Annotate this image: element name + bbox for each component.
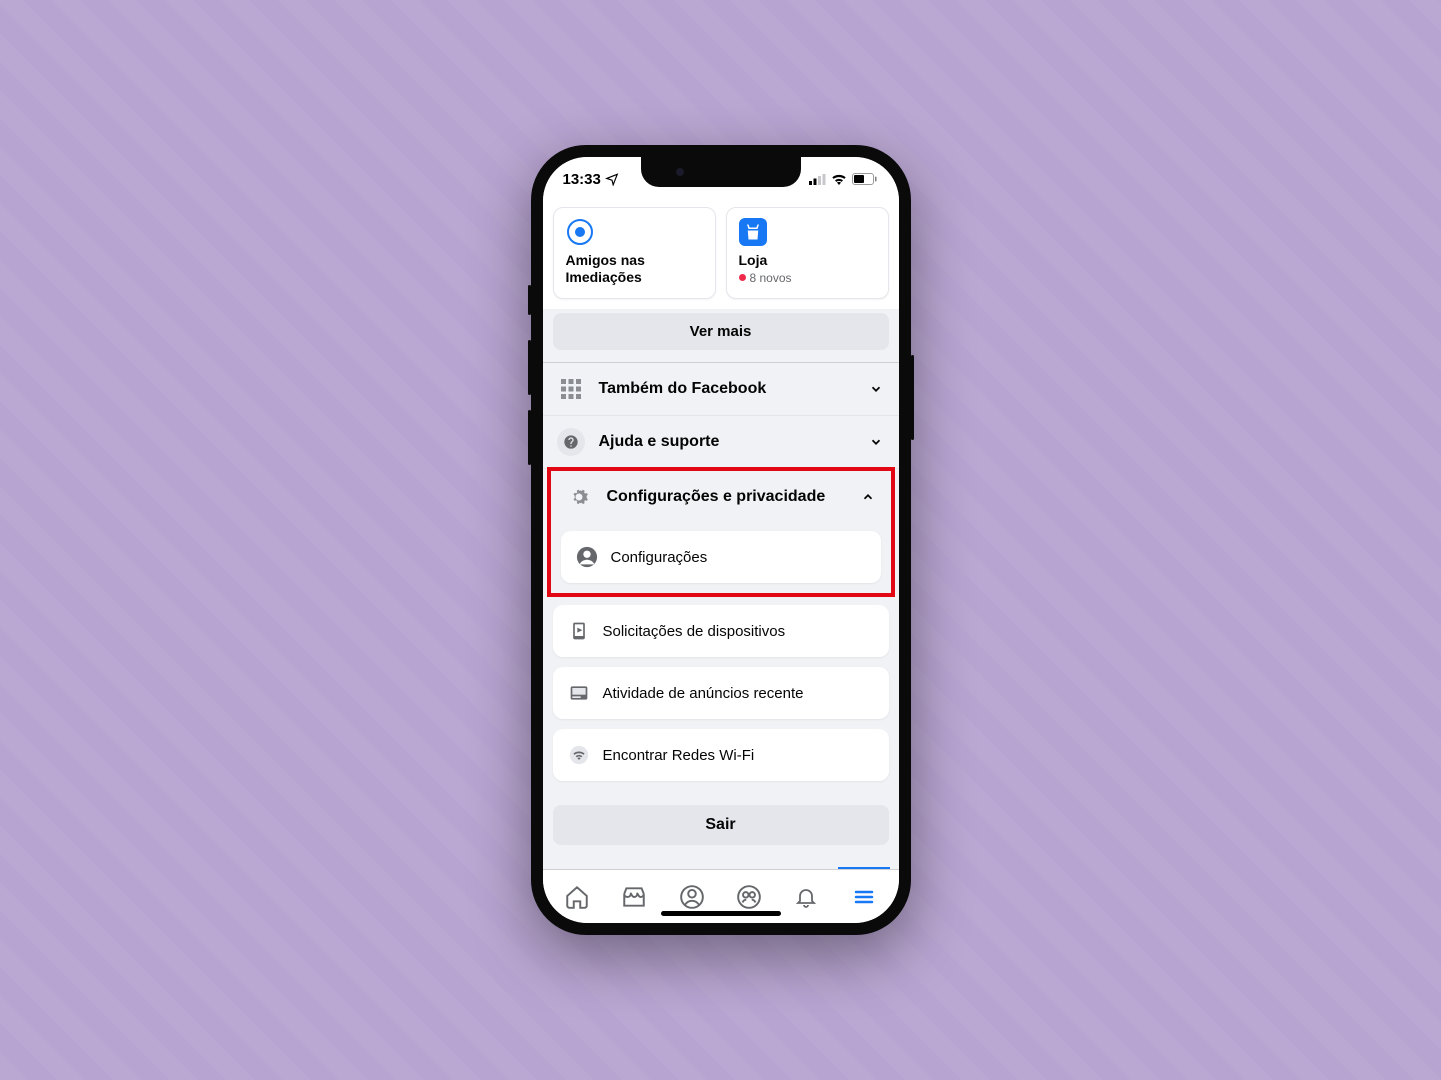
notification-dot-icon	[739, 274, 746, 281]
shortcut-label: Loja	[739, 252, 876, 269]
phone-screen: 13:33	[543, 157, 899, 923]
menu-item-settings[interactable]: Configurações	[561, 531, 881, 583]
shortcut-row: Amigos nas Imediações Loja 8 novos	[543, 201, 899, 309]
menu-item-label: Configurações	[611, 549, 708, 566]
person-icon	[575, 545, 599, 569]
ad-icon	[567, 681, 591, 705]
nav-menu[interactable]	[844, 877, 884, 917]
status-time: 13:33	[563, 171, 601, 188]
accordion-also-from-facebook[interactable]: Também do Facebook	[543, 363, 899, 416]
phone-notch	[641, 157, 801, 187]
see-more-button[interactable]: Ver mais	[553, 313, 889, 350]
accordion-label: Ajuda e suporte	[599, 433, 853, 451]
shortcut-badge: 8 novos	[739, 271, 876, 285]
battery-icon	[852, 173, 877, 185]
highlight-annotation: Configurações e privacidade Configuraçõe…	[547, 467, 895, 597]
location-icon	[605, 172, 619, 186]
side-button	[528, 340, 531, 395]
nearby-icon	[566, 218, 594, 246]
gear-icon	[565, 483, 593, 511]
menu-item-find-wifi[interactable]: Encontrar Redes Wi-Fi	[553, 729, 889, 781]
chevron-up-icon	[859, 488, 877, 506]
shortcut-nearby-friends[interactable]: Amigos nas Imediações	[553, 207, 716, 299]
menu-item-label: Encontrar Redes Wi-Fi	[603, 747, 755, 764]
chevron-down-icon	[867, 380, 885, 398]
phone-frame: 13:33	[531, 145, 911, 935]
accordion-label: Configurações e privacidade	[607, 488, 845, 506]
menu-item-device-requests[interactable]: Solicitações de dispositivos	[553, 605, 889, 657]
nav-home[interactable]	[557, 877, 597, 917]
menu-content[interactable]: Amigos nas Imediações Loja 8 novos Ver m…	[543, 201, 899, 869]
device-icon	[567, 619, 591, 643]
shortcut-shop[interactable]: Loja 8 novos	[726, 207, 889, 299]
logout-button[interactable]: Sair	[553, 805, 889, 845]
shortcut-label: Amigos nas Imediações	[566, 252, 703, 286]
wifi-icon	[831, 173, 847, 185]
menu-item-ad-activity[interactable]: Atividade de anúncios recente	[553, 667, 889, 719]
side-button	[528, 285, 531, 315]
chevron-down-icon	[867, 433, 885, 451]
cellular-icon	[809, 174, 826, 185]
accordion-help-support[interactable]: Ajuda e suporte	[543, 416, 899, 469]
settings-subitems: Solicitações de dispositivos Atividade d…	[543, 597, 899, 787]
nav-marketplace[interactable]	[614, 877, 654, 917]
grid-icon	[557, 375, 585, 403]
help-icon	[557, 428, 585, 456]
home-indicator[interactable]	[661, 911, 781, 916]
shop-icon	[739, 218, 767, 246]
side-button	[911, 355, 914, 440]
wifi-icon	[567, 743, 591, 767]
menu-item-label: Solicitações de dispositivos	[603, 623, 786, 640]
accordion-label: Também do Facebook	[599, 380, 853, 398]
nav-notifications[interactable]	[786, 877, 826, 917]
accordion-settings-privacy[interactable]: Configurações e privacidade	[551, 471, 891, 523]
side-button	[528, 410, 531, 465]
accordion-section: Também do Facebook Ajuda e suporte	[543, 362, 899, 855]
menu-item-label: Atividade de anúncios recente	[603, 685, 804, 702]
